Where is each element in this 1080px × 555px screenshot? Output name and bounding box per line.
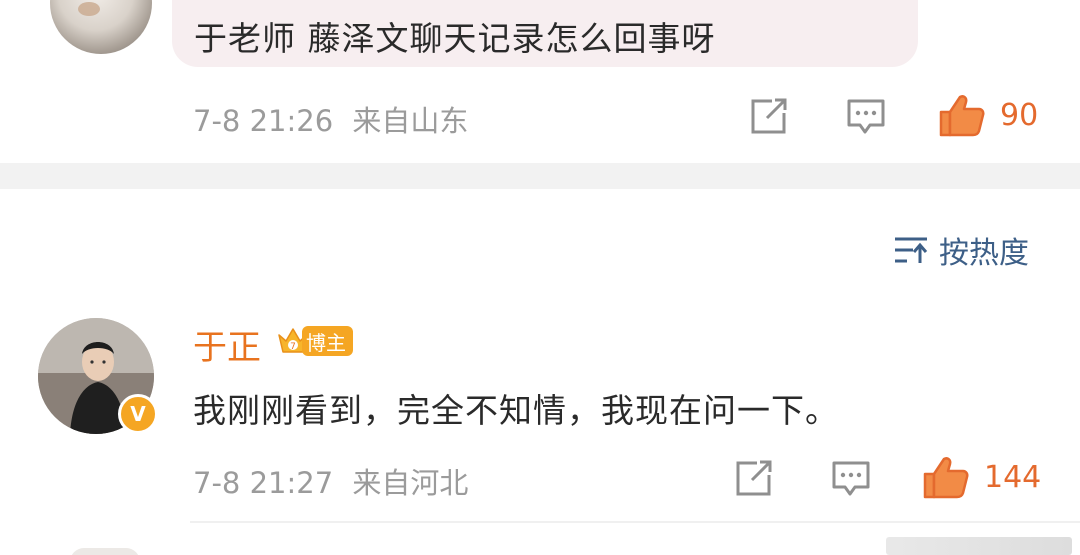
share-icon[interactable] [733, 458, 775, 498]
comment-separator [190, 521, 1080, 523]
like-icon[interactable] [922, 454, 970, 500]
comment-text: 我刚刚看到，完全不知情，我现在问一下。 [193, 391, 839, 430]
share-icon[interactable] [748, 96, 790, 136]
sort-icon [895, 237, 928, 263]
like-count: 90 [1000, 98, 1039, 133]
watermark [886, 537, 1072, 555]
sort-button[interactable]: 按热度 [893, 230, 1029, 271]
comment-timestamp: 7-8 21:27 来自河北 [193, 460, 468, 502]
comment-location: 来自河北 [352, 466, 469, 500]
blogger-badge: 7 博主 [276, 324, 353, 358]
comment-icon[interactable] [845, 97, 887, 137]
comment-feed: 于老师 藤泽文聊天记录怎么回事呀 7-8 21:26 来自山东 90 按热度 V… [0, 0, 1080, 555]
verified-badge-icon: V [118, 394, 158, 434]
comment-location: 来自山东 [352, 104, 469, 138]
comment-text: 于老师 藤泽文聊天记录怎么回事呀 [194, 19, 716, 58]
comment-timestamp: 7-8 21:26 来自山东 [193, 98, 468, 140]
like-count: 144 [984, 460, 1042, 495]
section-divider [0, 163, 1080, 189]
comment-icon[interactable] [830, 459, 872, 499]
svg-text:7: 7 [290, 342, 296, 352]
username[interactable]: 于正 [193, 320, 261, 369]
sort-label: 按热度 [939, 236, 1029, 271]
like-icon[interactable] [938, 92, 986, 138]
comment-date: 7-8 21:27 [193, 466, 334, 500]
badge-label: 博主 [302, 326, 353, 356]
commenter-avatar[interactable] [50, 0, 152, 54]
next-avatar[interactable] [70, 548, 140, 555]
comment-date: 7-8 21:26 [193, 104, 334, 138]
